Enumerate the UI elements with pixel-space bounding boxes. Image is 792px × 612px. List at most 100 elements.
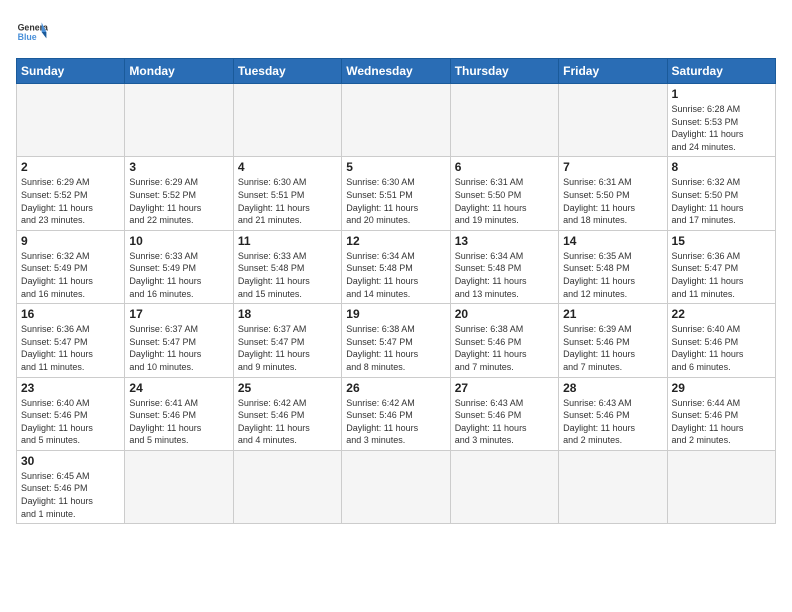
day-number: 22 (672, 307, 771, 321)
day-number: 9 (21, 234, 120, 248)
calendar-cell (450, 450, 558, 523)
calendar-cell: 30 Sunrise: 6:45 AM Sunset: 5:46 PM Dayli… (17, 450, 125, 523)
day-info: Sunrise: 6:28 AM Sunset: 5:53 PM Dayligh… (672, 103, 771, 153)
day-info: Sunrise: 6:41 AM Sunset: 5:46 PM Dayligh… (129, 397, 228, 447)
calendar-cell: 22 Sunrise: 6:40 AM Sunset: 5:46 PM Dayli… (667, 304, 775, 377)
day-number: 14 (563, 234, 662, 248)
calendar-cell: 14 Sunrise: 6:35 AM Sunset: 5:48 PM Dayli… (559, 230, 667, 303)
day-info: Sunrise: 6:29 AM Sunset: 5:52 PM Dayligh… (21, 176, 120, 226)
calendar-cell (667, 450, 775, 523)
day-info: Sunrise: 6:43 AM Sunset: 5:46 PM Dayligh… (563, 397, 662, 447)
calendar-cell (559, 450, 667, 523)
calendar-cell: 29 Sunrise: 6:44 AM Sunset: 5:46 PM Dayli… (667, 377, 775, 450)
day-number: 7 (563, 160, 662, 174)
calendar-cell: 21 Sunrise: 6:39 AM Sunset: 5:46 PM Dayli… (559, 304, 667, 377)
calendar-cell: 5 Sunrise: 6:30 AM Sunset: 5:51 PM Daylig… (342, 157, 450, 230)
day-number: 23 (21, 381, 120, 395)
calendar-cell: 12 Sunrise: 6:34 AM Sunset: 5:48 PM Dayli… (342, 230, 450, 303)
day-number: 10 (129, 234, 228, 248)
day-number: 20 (455, 307, 554, 321)
calendar-cell: 19 Sunrise: 6:38 AM Sunset: 5:47 PM Dayli… (342, 304, 450, 377)
day-info: Sunrise: 6:38 AM Sunset: 5:47 PM Dayligh… (346, 323, 445, 373)
day-info: Sunrise: 6:30 AM Sunset: 5:51 PM Dayligh… (346, 176, 445, 226)
day-number: 19 (346, 307, 445, 321)
weekday-header-monday: Monday (125, 59, 233, 84)
day-info: Sunrise: 6:36 AM Sunset: 5:47 PM Dayligh… (21, 323, 120, 373)
day-number: 2 (21, 160, 120, 174)
calendar-cell: 8 Sunrise: 6:32 AM Sunset: 5:50 PM Daylig… (667, 157, 775, 230)
day-number: 25 (238, 381, 337, 395)
day-number: 3 (129, 160, 228, 174)
calendar-cell: 18Sunrise: 6:37 AM Sunset: 5:47 PM Dayli… (233, 304, 341, 377)
calendar-cell: 20Sunrise: 6:38 AM Sunset: 5:46 PM Dayli… (450, 304, 558, 377)
calendar-cell: 10 Sunrise: 6:33 AM Sunset: 5:49 PM Dayli… (125, 230, 233, 303)
day-number: 5 (346, 160, 445, 174)
day-number: 8 (672, 160, 771, 174)
day-info: Sunrise: 6:40 AM Sunset: 5:46 PM Dayligh… (672, 323, 771, 373)
day-info: Sunrise: 6:39 AM Sunset: 5:46 PM Dayligh… (563, 323, 662, 373)
calendar-cell (125, 450, 233, 523)
calendar-cell (342, 84, 450, 157)
day-info: Sunrise: 6:35 AM Sunset: 5:48 PM Dayligh… (563, 250, 662, 300)
calendar-cell: 15 Sunrise: 6:36 AM Sunset: 5:47 PM Dayli… (667, 230, 775, 303)
day-number: 4 (238, 160, 337, 174)
calendar-cell: 13 Sunrise: 6:34 AM Sunset: 5:48 PM Dayli… (450, 230, 558, 303)
calendar-cell: 9Sunrise: 6:32 AM Sunset: 5:49 PM Daylig… (17, 230, 125, 303)
day-number: 30 (21, 454, 120, 468)
weekday-header-friday: Friday (559, 59, 667, 84)
calendar-cell (125, 84, 233, 157)
calendar-cell: 23 Sunrise: 6:40 AM Sunset: 5:46 PM Dayli… (17, 377, 125, 450)
calendar-cell: 3 Sunrise: 6:29 AM Sunset: 5:52 PM Daylig… (125, 157, 233, 230)
day-info: Sunrise: 6:37 AM Sunset: 5:47 PM Dayligh… (129, 323, 228, 373)
day-number: 18 (238, 307, 337, 321)
day-info: Sunrise: 6:33 AM Sunset: 5:48 PM Dayligh… (238, 250, 337, 300)
calendar-cell (17, 84, 125, 157)
calendar-cell: 27Sunrise: 6:43 AM Sunset: 5:46 PM Dayli… (450, 377, 558, 450)
day-info: Sunrise: 6:44 AM Sunset: 5:46 PM Dayligh… (672, 397, 771, 447)
calendar-cell: 24 Sunrise: 6:41 AM Sunset: 5:46 PM Dayli… (125, 377, 233, 450)
logo: General Blue (16, 16, 48, 48)
day-info: Sunrise: 6:45 AM Sunset: 5:46 PM Dayligh… (21, 470, 120, 520)
calendar-cell: 28Sunrise: 6:43 AM Sunset: 5:46 PM Dayli… (559, 377, 667, 450)
weekday-header-wednesday: Wednesday (342, 59, 450, 84)
weekday-header-saturday: Saturday (667, 59, 775, 84)
calendar-cell: 1 Sunrise: 6:28 AM Sunset: 5:53 PM Daylig… (667, 84, 775, 157)
weekday-header-tuesday: Tuesday (233, 59, 341, 84)
calendar-cell (233, 84, 341, 157)
day-info: Sunrise: 6:31 AM Sunset: 5:50 PM Dayligh… (455, 176, 554, 226)
day-info: Sunrise: 6:42 AM Sunset: 5:46 PM Dayligh… (238, 397, 337, 447)
calendar-cell: 11 Sunrise: 6:33 AM Sunset: 5:48 PM Dayli… (233, 230, 341, 303)
day-info: Sunrise: 6:32 AM Sunset: 5:50 PM Dayligh… (672, 176, 771, 226)
day-info: Sunrise: 6:33 AM Sunset: 5:49 PM Dayligh… (129, 250, 228, 300)
day-info: Sunrise: 6:42 AM Sunset: 5:46 PM Dayligh… (346, 397, 445, 447)
calendar-cell: 25 Sunrise: 6:42 AM Sunset: 5:46 PM Dayli… (233, 377, 341, 450)
day-info: Sunrise: 6:34 AM Sunset: 5:48 PM Dayligh… (346, 250, 445, 300)
calendar-cell (559, 84, 667, 157)
calendar-cell (233, 450, 341, 523)
day-info: Sunrise: 6:34 AM Sunset: 5:48 PM Dayligh… (455, 250, 554, 300)
calendar-cell: 17Sunrise: 6:37 AM Sunset: 5:47 PM Dayli… (125, 304, 233, 377)
svg-text:Blue: Blue (18, 32, 37, 42)
day-number: 15 (672, 234, 771, 248)
page-header: General Blue (16, 16, 776, 48)
day-info: Sunrise: 6:36 AM Sunset: 5:47 PM Dayligh… (672, 250, 771, 300)
day-number: 12 (346, 234, 445, 248)
day-number: 6 (455, 160, 554, 174)
day-number: 11 (238, 234, 337, 248)
calendar-table: SundayMondayTuesdayWednesdayThursdayFrid… (16, 58, 776, 524)
weekday-header-thursday: Thursday (450, 59, 558, 84)
calendar-cell: 6 Sunrise: 6:31 AM Sunset: 5:50 PM Daylig… (450, 157, 558, 230)
day-info: Sunrise: 6:40 AM Sunset: 5:46 PM Dayligh… (21, 397, 120, 447)
calendar-cell: 16Sunrise: 6:36 AM Sunset: 5:47 PM Dayli… (17, 304, 125, 377)
day-number: 1 (672, 87, 771, 101)
calendar-cell: 2 Sunrise: 6:29 AM Sunset: 5:52 PM Daylig… (17, 157, 125, 230)
day-number: 13 (455, 234, 554, 248)
weekday-header-sunday: Sunday (17, 59, 125, 84)
day-number: 24 (129, 381, 228, 395)
day-number: 29 (672, 381, 771, 395)
day-info: Sunrise: 6:29 AM Sunset: 5:52 PM Dayligh… (129, 176, 228, 226)
calendar-cell (342, 450, 450, 523)
calendar-cell: 26 Sunrise: 6:42 AM Sunset: 5:46 PM Dayli… (342, 377, 450, 450)
day-number: 26 (346, 381, 445, 395)
day-number: 21 (563, 307, 662, 321)
